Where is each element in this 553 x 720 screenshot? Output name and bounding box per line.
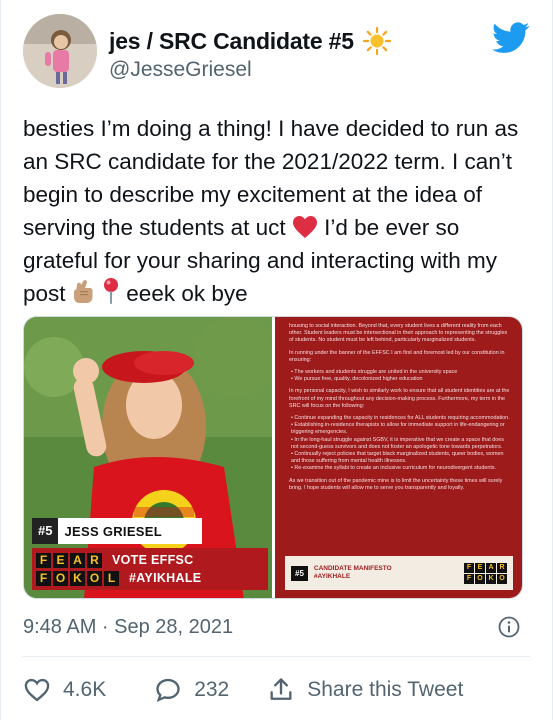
share-label: Share this Tweet [307,678,464,701]
avatar-image [23,14,97,88]
author-display-name[interactable]: jes / SRC Candidate #5 [109,28,354,55]
manifesto-paragraph: As we transition out of the pandemic min… [289,477,503,491]
letter-tile: O [87,570,102,586]
reply-count: 232 [194,678,230,701]
slogan-hashtag: #AYIKHALE [129,571,202,585]
avatar[interactable] [23,14,97,88]
manifesto-list-item: • Continue expanding the capacity in res… [291,415,510,422]
manifesto-list-item: • In the long-haul struggle against SGBV… [291,436,504,450]
tweet-card: jes / SRC Candidate #5 @JesseGriesel bes… [0,0,553,720]
tweet-actions: 4.6K 232 Share this Tweet [23,676,463,704]
campaign-slogan: F E A R VOTE EFFSC F O K O L #AYIKHALE [32,548,268,590]
divider [23,656,530,657]
author-handle[interactable]: @JesseGriesel [109,58,252,82]
share-icon [270,678,292,700]
manifesto-paragraph: housing to social interaction. Beyond th… [289,323,508,344]
manifesto-list-item: • Re-examine the syllabi to create an in… [291,465,497,472]
manifesto-title-text: CANDIDATE MANIFESTO [313,565,392,572]
candidate-name-banner: #5 JESS GRIESEL [32,518,202,544]
manifesto-list-item: • The workers and students struggle are … [291,369,458,376]
manifesto-number: #5 [291,565,308,581]
letter-tile: E [53,552,68,568]
share-button[interactable]: Share this Tweet [267,676,463,704]
fingers-crossed-icon [73,280,93,303]
manifesto-footer: #5 CANDIDATE MANIFESTO #AYIKHALE F E A R… [285,556,513,590]
mini-letter-tile: O [475,573,485,584]
reply-button[interactable]: 232 [154,676,229,704]
mini-letter-tile: F [464,562,474,573]
tweet-body: besties I’m doing a thing! I have decide… [23,112,535,310]
campaign-poster[interactable]: #5 JESS GRIESEL F E A R VOTE EFFSC F O K… [24,317,272,598]
like-button[interactable]: 4.6K [23,676,106,704]
letter-tile: A [70,552,85,568]
mini-letter-tile: F [464,573,474,584]
manifesto-list-item: • Continually reject policies that targe… [291,451,504,465]
twitter-bird-icon[interactable] [492,22,530,54]
tweet-media[interactable]: #5 JESS GRIESEL F E A R VOTE EFFSC F O K… [23,316,523,599]
mini-letter-tile: E [475,562,485,573]
letter-tile: F [36,570,51,586]
slogan-row-2: F O K O L #AYIKHALE [36,570,268,586]
letter-tile: K [70,570,85,586]
letter-tile: R [87,552,102,568]
manifesto-paragraph: In my personal capacity, I wish to simil… [289,388,510,409]
red-heart-icon [292,216,317,238]
tweet-timestamp[interactable]: 9:48 AM · Sep 28, 2021 [23,616,233,639]
letter-tile: F [36,552,51,568]
slogan-vote-text: VOTE EFFSC [112,553,194,567]
mini-letter-tile: O [497,573,507,584]
mini-letter-tile: K [486,573,496,584]
author-name-row: jes / SRC Candidate #5 [109,26,392,56]
pin-icon [104,278,119,304]
like-icon [24,678,50,702]
mini-letter-tile: R [497,562,507,573]
manifesto-text: housing to social interaction. Beyond th… [289,323,511,497]
reply-icon [156,678,180,703]
like-count: 4.6K [63,678,107,701]
tweet-text-part-3: eeek ok bye [120,281,248,306]
mini-letter-tile: A [486,562,496,573]
sun-icon [362,26,391,56]
letter-tile: L [104,570,119,586]
manifesto-list-item: • Establishing in-residence therapists t… [291,422,505,436]
manifesto-logo-tiles: F E A R F O K O [464,562,507,584]
manifesto-list-item: • We pursue free, quality, decolonized h… [291,376,423,383]
manifesto-image[interactable]: housing to social interaction. Beyond th… [275,317,522,598]
manifesto-list: • Continue expanding the capacity in res… [289,415,511,473]
letter-tile: O [53,570,68,586]
manifesto-title: CANDIDATE MANIFESTO #AYIKHALE [314,565,392,581]
manifesto-list: • The workers and students struggle are … [289,369,511,383]
slogan-row-1: F E A R VOTE EFFSC [36,552,268,568]
manifesto-hashtag: #AYIKHALE [313,573,351,580]
candidate-name: JESS GRIESEL [64,523,162,539]
info-icon[interactable] [498,616,520,638]
manifesto-paragraph: In running under the banner of the EFFSC… [289,349,505,363]
candidate-number: #5 [32,518,59,544]
